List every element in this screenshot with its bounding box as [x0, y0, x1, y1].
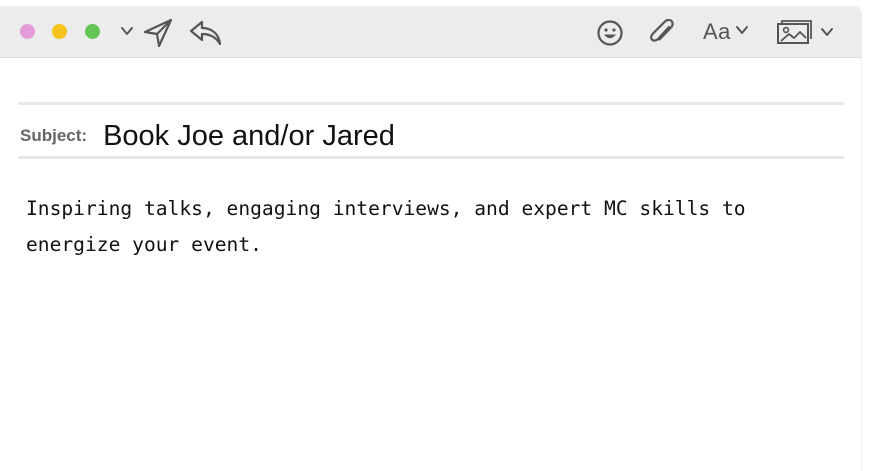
reply-icon[interactable] [188, 18, 224, 48]
emoji-icon[interactable] [596, 19, 624, 47]
header-divider [18, 102, 844, 105]
font-format-button[interactable]: Aa [703, 19, 749, 45]
mail-compose-window: Aa Subject: Book Joe and/or Jared Inspir… [0, 6, 862, 471]
toolbar: Aa [0, 6, 861, 58]
chevron-down-icon [735, 23, 749, 41]
photo-icon [777, 20, 812, 44]
photo-browser-button[interactable] [776, 19, 838, 45]
subject-row: Subject: Book Joe and/or Jared [20, 118, 395, 154]
message-body[interactable]: Inspiring talks, engaging interviews, an… [26, 191, 836, 263]
subject-label: Subject: [20, 126, 88, 145]
font-format-label: Aa [703, 19, 731, 44]
close-window-button[interactable] [20, 24, 35, 39]
subject-field[interactable]: Book Joe and/or Jared [103, 120, 395, 153]
maximize-window-button[interactable] [85, 24, 100, 39]
send-icon[interactable] [142, 17, 174, 49]
paperclip-icon[interactable] [647, 17, 677, 49]
minimize-window-button[interactable] [52, 24, 67, 39]
chevron-down-icon[interactable] [119, 24, 135, 38]
subject-divider [18, 156, 844, 159]
chevron-down-icon [821, 28, 833, 36]
